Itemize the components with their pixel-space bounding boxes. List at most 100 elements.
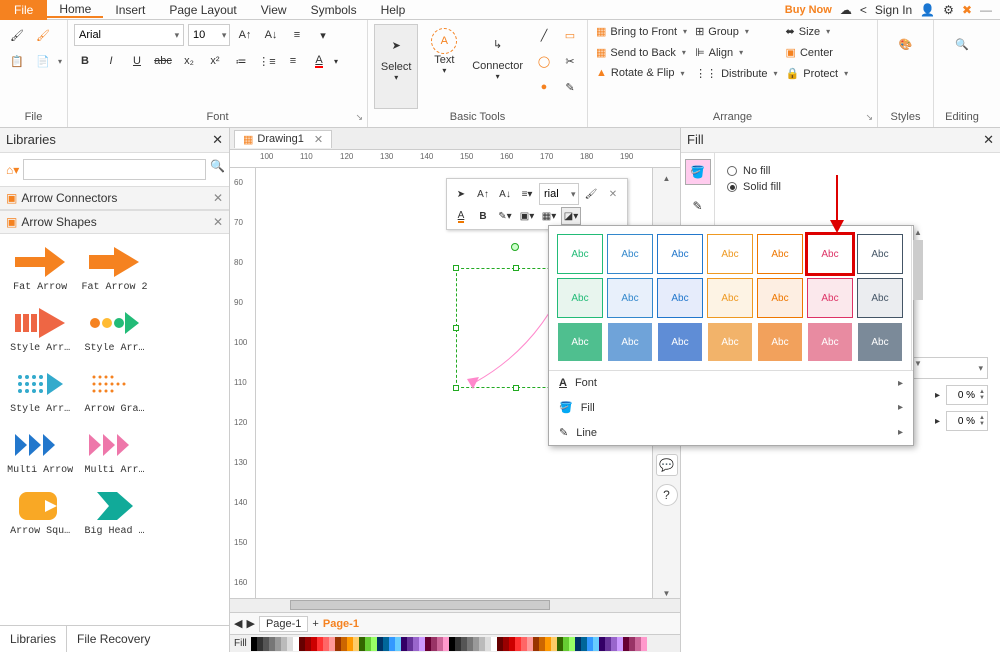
editing-button[interactable]: 🔍 <box>940 24 984 109</box>
rotate-flip-button[interactable]: ▲Rotate & Flip▾ <box>594 66 689 80</box>
prev-page-icon[interactable]: ◀ <box>234 617 242 630</box>
scroll-down-icon[interactable]: ▼ <box>663 589 671 598</box>
color-swatches[interactable] <box>251 637 647 651</box>
subscript-button[interactable]: x₂ <box>178 50 200 72</box>
dropdown-icon[interactable]: ▾ <box>58 57 62 66</box>
shape-item[interactable]: Style Arr… <box>78 299 150 358</box>
transparency-spinner[interactable]: ▲▼ <box>946 385 988 405</box>
center-button[interactable]: ▣Center <box>784 45 851 60</box>
style-swatch[interactable]: Abc <box>657 278 703 318</box>
grow-font-icon[interactable]: A↑ <box>473 185 493 203</box>
pointer-icon[interactable]: ➤ <box>451 185 471 203</box>
style-swatch[interactable]: Abc <box>607 234 653 274</box>
tab-file-recovery[interactable]: File Recovery <box>67 626 160 652</box>
help-icon[interactable]: ? <box>656 484 678 506</box>
line-spacing-icon[interactable]: ≡ <box>286 24 308 46</box>
fill-color-icon[interactable]: ▣▾ <box>517 207 537 225</box>
cloud-icon[interactable]: ☁ <box>840 3 852 17</box>
resize-handle[interactable] <box>513 385 519 391</box>
style-swatch[interactable]: Abc <box>557 322 603 362</box>
resize-handle[interactable] <box>513 265 519 271</box>
protect-button[interactable]: 🔒Protect▾ <box>784 66 851 81</box>
font-mini-select[interactable]: ▾ <box>539 183 579 205</box>
italic-button[interactable]: I <box>100 50 122 72</box>
shape-item[interactable]: Style Arr… <box>4 299 76 358</box>
close-icon[interactable]: ✕ <box>983 132 994 148</box>
comment-icon[interactable]: 💬 <box>656 454 678 476</box>
font-name-select[interactable]: ▾ <box>74 24 184 46</box>
h-scrollbar[interactable] <box>230 598 680 612</box>
close-icon[interactable]: ✕ <box>213 215 223 229</box>
add-page-icon[interactable]: + <box>312 618 318 630</box>
align-icon[interactable]: ≡ <box>282 50 304 72</box>
underline-button[interactable]: U <box>126 50 148 72</box>
quick-style-icon[interactable]: ◪▾ <box>561 207 581 225</box>
style-swatch[interactable]: Abc <box>807 234 853 274</box>
tab-page-layout[interactable]: Page Layout <box>157 3 248 17</box>
send-to-back-button[interactable]: ▦Send to Back▾ <box>594 45 689 60</box>
close-icon[interactable]: ✕ <box>603 185 623 203</box>
shadow-icon[interactable]: ▦▾ <box>539 207 559 225</box>
tab-home[interactable]: Home <box>47 2 103 18</box>
share-icon[interactable]: < <box>860 3 867 17</box>
connector-tool[interactable]: ↳Connector▾ <box>470 24 525 109</box>
style-swatch[interactable]: Abc <box>557 234 603 274</box>
copy-icon[interactable]: 📄 <box>32 50 54 72</box>
document-tab[interactable]: ▦Drawing1✕ <box>234 130 332 148</box>
fill-menu-item[interactable]: 🪣Fill▸ <box>549 395 913 420</box>
resize-handle[interactable] <box>453 325 459 331</box>
line-color-icon[interactable]: ✎▾ <box>495 207 515 225</box>
expand-icon[interactable]: ▸ <box>935 390 940 401</box>
home-icon[interactable]: ⌂▾ <box>6 159 19 180</box>
signin-link[interactable]: Sign In <box>875 3 912 17</box>
style-swatch[interactable]: Abc <box>657 234 703 274</box>
shape-item[interactable]: Big Head … <box>78 482 150 541</box>
tab-insert[interactable]: Insert <box>103 3 157 17</box>
rect-shape-icon[interactable]: ▭ <box>559 24 581 46</box>
paste-icon[interactable]: 📋 <box>6 50 28 72</box>
crop-icon[interactable]: ✂ <box>559 50 581 72</box>
style-swatch[interactable]: Abc <box>807 278 853 318</box>
fill-tab-icon[interactable]: 🪣 <box>685 159 711 185</box>
style-swatch[interactable]: Abc <box>857 322 903 362</box>
style-swatch[interactable]: Abc <box>757 322 803 362</box>
bring-to-front-button[interactable]: ▦Bring to Front▾ <box>594 24 689 39</box>
grow-font-icon[interactable]: A↑ <box>234 24 256 46</box>
font-launcher-icon[interactable]: ↘ <box>355 112 363 123</box>
tab-symbols[interactable]: Symbols <box>299 3 369 17</box>
align-menu-icon[interactable]: ≡▾ <box>517 185 537 203</box>
shape-item[interactable]: Style Arr… <box>4 360 76 419</box>
user-icon[interactable]: 👤 <box>920 3 935 17</box>
distribute-button[interactable]: ⋮⋮Distribute▾ <box>693 66 779 81</box>
size-button[interactable]: ⬌Size▾ <box>784 24 851 39</box>
shape-item[interactable]: Arrow Gra… <box>78 360 150 419</box>
format-painter-icon[interactable]: 🖌 <box>581 185 601 203</box>
shape-item[interactable]: Fat Arrow 2 <box>78 238 150 297</box>
style-swatch[interactable]: Abc <box>707 322 753 362</box>
close-icon[interactable]: ✕ <box>212 132 223 148</box>
solid-fill-option[interactable]: Solid fill <box>727 181 988 193</box>
line-tab-icon[interactable]: ✎ <box>685 193 711 219</box>
style-swatch[interactable]: Abc <box>557 278 603 318</box>
style-swatch[interactable]: Abc <box>657 322 703 362</box>
library-search-input[interactable] <box>23 159 206 180</box>
style-swatch[interactable]: Abc <box>607 278 653 318</box>
edit-shape-icon[interactable]: ✎ <box>559 76 581 98</box>
shape-item[interactable]: Multi Arrow <box>4 421 76 480</box>
scroll-up-icon[interactable]: ▲ <box>663 174 671 183</box>
style-swatch[interactable]: Abc <box>707 234 753 274</box>
align-button[interactable]: ⊫Align▾ <box>693 45 779 60</box>
numbering-icon[interactable]: ⋮≡ <box>256 50 278 72</box>
shrink-font-icon[interactable]: A↓ <box>495 185 515 203</box>
dropdown-icon[interactable]: ▾ <box>334 57 338 66</box>
style-swatch[interactable]: Abc <box>757 278 803 318</box>
font-color-icon[interactable]: A <box>308 50 330 72</box>
close-icon[interactable]: ✕ <box>314 133 323 146</box>
search-icon[interactable]: 🔍 <box>210 159 225 180</box>
style-swatch[interactable]: Abc <box>757 234 803 274</box>
font-color-icon[interactable]: A <box>451 207 471 225</box>
buy-now-link[interactable]: Buy Now <box>785 4 832 16</box>
circle-shape-icon[interactable]: ● <box>533 76 555 98</box>
file-menu[interactable]: File <box>0 0 47 20</box>
tab-help[interactable]: Help <box>369 3 418 17</box>
